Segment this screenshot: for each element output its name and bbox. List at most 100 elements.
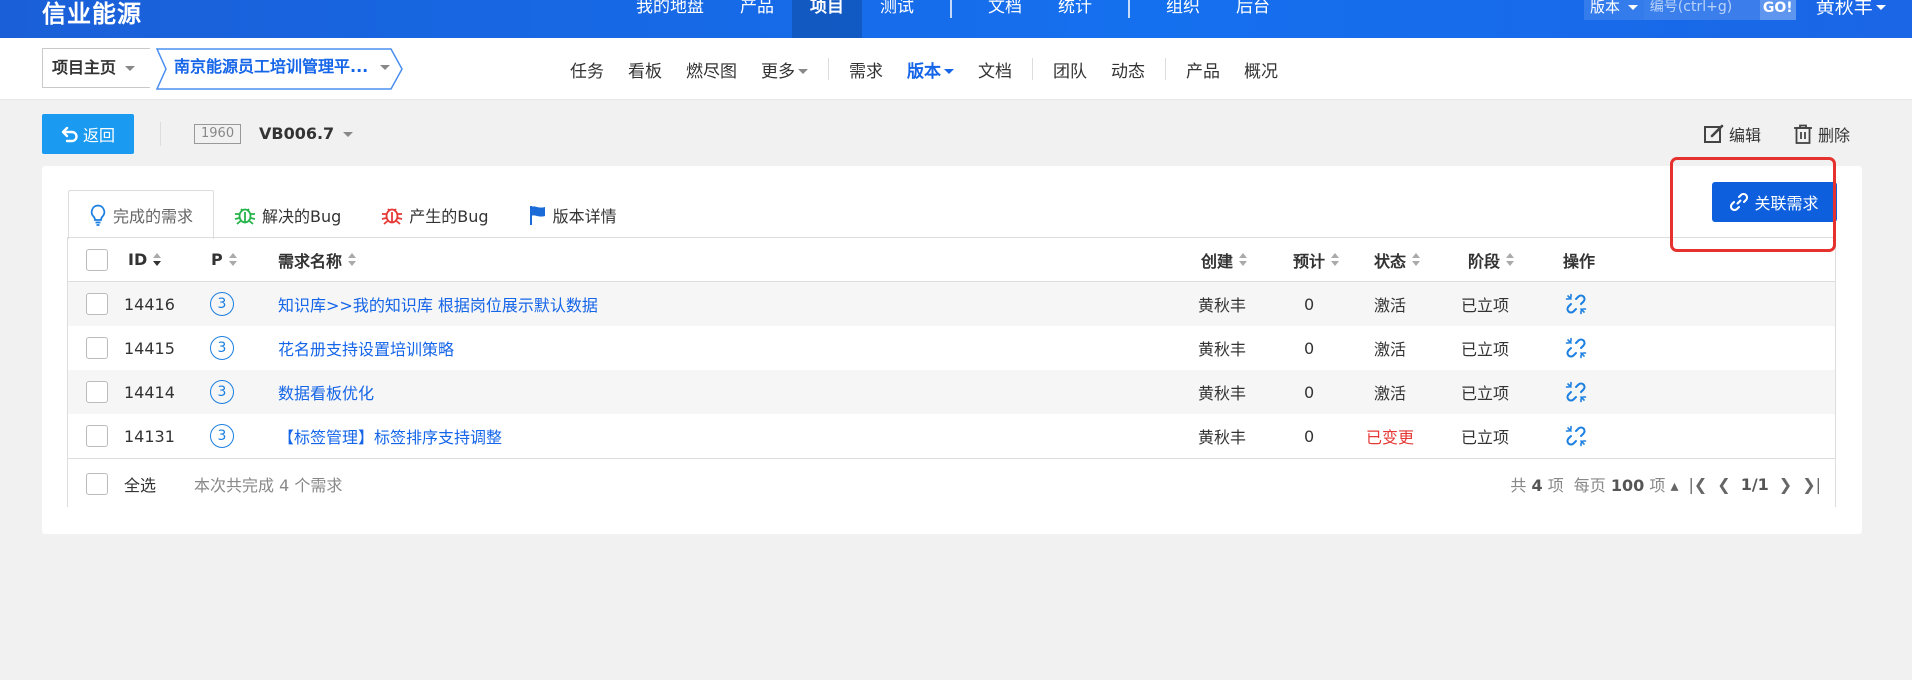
col-creator[interactable]: 创建 bbox=[1201, 238, 1248, 281]
chevron-down-icon bbox=[944, 69, 954, 74]
select-all-checkbox[interactable] bbox=[86, 472, 108, 495]
go-button[interactable]: GO! bbox=[1759, 0, 1796, 20]
tab-overview[interactable]: 概况 bbox=[1232, 57, 1290, 82]
col-name[interactable]: 需求名称 bbox=[278, 238, 357, 281]
nav-item-report[interactable]: 统计 bbox=[1040, 0, 1110, 38]
table-row[interactable]: 14415 3 花名册支持设置培训策略 黄秋丰 0 激活 已立项 bbox=[68, 326, 1835, 370]
project-nav: 任务 看板 燃尽图 更多 需求 版本 文档 团队 动态 产品 概况 bbox=[558, 38, 1290, 100]
unlink-button[interactable] bbox=[1565, 370, 1587, 414]
next-page-icon[interactable]: ❯ bbox=[1779, 475, 1792, 494]
col-id-label: ID bbox=[128, 250, 148, 269]
tab-doc[interactable]: 文档 bbox=[966, 57, 1024, 82]
per-page-selector[interactable]: 每页 100 项 ▴ bbox=[1574, 472, 1679, 496]
row-creator: 黄秋丰 bbox=[1198, 296, 1247, 315]
row-creator: 黄秋丰 bbox=[1198, 340, 1247, 359]
nav-item-my[interactable]: 我的地盘 bbox=[618, 0, 722, 38]
row-stage: 已立项 bbox=[1461, 384, 1510, 403]
table-row[interactable]: 14416 3 知识库>>我的知识库 根据岗位展示默认数据 黄秋丰 0 激活 已… bbox=[68, 282, 1835, 326]
tab-build[interactable]: 版本 bbox=[895, 57, 966, 82]
project-home-dropdown[interactable]: 项目主页 bbox=[42, 48, 150, 88]
nav-item-test[interactable]: 测试 bbox=[862, 0, 932, 38]
story-name-link[interactable]: 知识库>>我的知识库 根据岗位展示默认数据 bbox=[278, 282, 598, 326]
row-checkbox[interactable] bbox=[86, 337, 108, 359]
unlink-icon bbox=[1565, 381, 1587, 403]
trash-icon bbox=[1794, 124, 1812, 144]
col-id[interactable]: ID bbox=[128, 238, 162, 281]
tab-resolved-bugs[interactable]: 解决的Bug bbox=[214, 191, 361, 238]
tab-dynamic[interactable]: 动态 bbox=[1099, 57, 1157, 82]
col-pri-label: P bbox=[211, 250, 223, 269]
row-stage: 已立项 bbox=[1461, 428, 1510, 447]
back-button[interactable]: 返回 bbox=[42, 114, 134, 154]
story-name-link[interactable]: 数据看板优化 bbox=[278, 370, 374, 414]
priority-badge: 3 bbox=[210, 424, 234, 448]
delete-label: 删除 bbox=[1818, 126, 1851, 145]
header-checkbox[interactable] bbox=[86, 248, 108, 271]
row-checkbox[interactable] bbox=[86, 425, 108, 447]
tab-more[interactable]: 更多 bbox=[749, 57, 820, 82]
unlink-button[interactable] bbox=[1565, 282, 1587, 326]
delete-button[interactable]: 删除 bbox=[1792, 122, 1850, 146]
search-input[interactable]: 编号(ctrl+g) bbox=[1643, 0, 1760, 20]
tab-burndown[interactable]: 燃尽图 bbox=[674, 57, 749, 82]
version-selector[interactable]: VB006.7 bbox=[259, 124, 353, 143]
col-estimate[interactable]: 预计 bbox=[1293, 238, 1340, 281]
chevron-down-icon bbox=[379, 65, 390, 70]
row-estimate: 0 bbox=[1304, 426, 1315, 446]
prev-page-icon[interactable]: ❮ bbox=[1717, 475, 1730, 494]
top-header: 信业能源 我的地盘 产品 项目 测试 文档 统计 组织 后台 版本 编号(ctr… bbox=[0, 0, 1912, 38]
tab-story[interactable]: 需求 bbox=[837, 57, 895, 82]
tab-resolved-bugs-label: 解决的Bug bbox=[262, 206, 342, 226]
first-page-icon[interactable]: |❮ bbox=[1688, 475, 1707, 494]
search-type-select[interactable]: 版本 bbox=[1584, 0, 1644, 20]
tab-build-details[interactable]: 版本详情 bbox=[509, 191, 637, 238]
col-status[interactable]: 状态 bbox=[1374, 238, 1421, 281]
sort-icon bbox=[1331, 252, 1340, 267]
total-count: 4 bbox=[1531, 476, 1543, 495]
sort-icon bbox=[1412, 252, 1421, 267]
story-name-link[interactable]: 花名册支持设置培训策略 bbox=[278, 326, 454, 370]
total-prefix: 共 bbox=[1510, 476, 1527, 495]
nav-item-org[interactable]: 组织 bbox=[1148, 0, 1218, 38]
nav-item-doc[interactable]: 文档 bbox=[970, 0, 1040, 38]
row-status: 激活 bbox=[1374, 296, 1407, 315]
brand-logo[interactable]: 信业能源 bbox=[42, 0, 142, 29]
page-indicator: 1/1 bbox=[1740, 474, 1769, 494]
link-story-button[interactable]: 关联需求 bbox=[1712, 182, 1837, 222]
tab-finished-stories-label: 完成的需求 bbox=[113, 207, 194, 226]
col-stage[interactable]: 阶段 bbox=[1468, 238, 1515, 281]
select-all-label[interactable]: 全选 bbox=[124, 459, 156, 508]
tab-product[interactable]: 产品 bbox=[1174, 57, 1232, 82]
col-pri[interactable]: P bbox=[211, 238, 238, 281]
bug-icon bbox=[382, 207, 403, 225]
sub-header: 项目主页 南京能源员工培训管理平... 任务 看板 燃尽图 更多 需求 版本 文… bbox=[0, 38, 1912, 100]
tab-finished-stories[interactable]: 完成的需求 bbox=[68, 190, 215, 239]
table-row[interactable]: 14131 3 【标签管理】标签排序支持调整 黄秋丰 0 已变更 已立项 bbox=[68, 414, 1835, 458]
col-stage-label: 阶段 bbox=[1468, 251, 1501, 271]
row-id: 14131 bbox=[124, 426, 175, 446]
story-table: ID P 需求名称 创建 预计 状态 阶段 操作 14416 3 知识库>>我的… bbox=[67, 237, 1836, 508]
tab-team[interactable]: 团队 bbox=[1041, 57, 1099, 82]
nav-item-project[interactable]: 项目 bbox=[792, 0, 862, 38]
nav-item-product[interactable]: 产品 bbox=[722, 0, 792, 38]
row-checkbox-cell bbox=[86, 414, 108, 458]
last-page-icon[interactable]: ❯| bbox=[1802, 475, 1821, 494]
col-estimate-label: 预计 bbox=[1293, 251, 1326, 271]
edit-button[interactable]: 编辑 bbox=[1703, 122, 1761, 146]
tab-task[interactable]: 任务 bbox=[558, 57, 616, 82]
col-creator-label: 创建 bbox=[1201, 251, 1234, 271]
table-row[interactable]: 14414 3 数据看板优化 黄秋丰 0 激活 已立项 bbox=[68, 370, 1835, 414]
story-name-link[interactable]: 【标签管理】标签排序支持调整 bbox=[278, 414, 502, 458]
tab-kanban[interactable]: 看板 bbox=[616, 57, 674, 82]
unlink-button[interactable] bbox=[1565, 414, 1587, 458]
project-selector[interactable]: 南京能源员工培训管理平... bbox=[156, 48, 403, 90]
unlink-button[interactable] bbox=[1565, 326, 1587, 370]
user-menu[interactable]: 黄秋丰 bbox=[1816, 0, 1886, 17]
row-checkbox[interactable] bbox=[86, 293, 108, 315]
header-search: 版本 编号(ctrl+g) GO! 黄秋丰 bbox=[1584, 0, 1886, 20]
row-id: 14415 bbox=[124, 338, 175, 358]
row-id: 14416 bbox=[124, 294, 175, 314]
nav-item-admin[interactable]: 后台 bbox=[1218, 0, 1288, 38]
row-checkbox[interactable] bbox=[86, 381, 108, 403]
tab-generated-bugs[interactable]: 产生的Bug bbox=[361, 191, 508, 238]
